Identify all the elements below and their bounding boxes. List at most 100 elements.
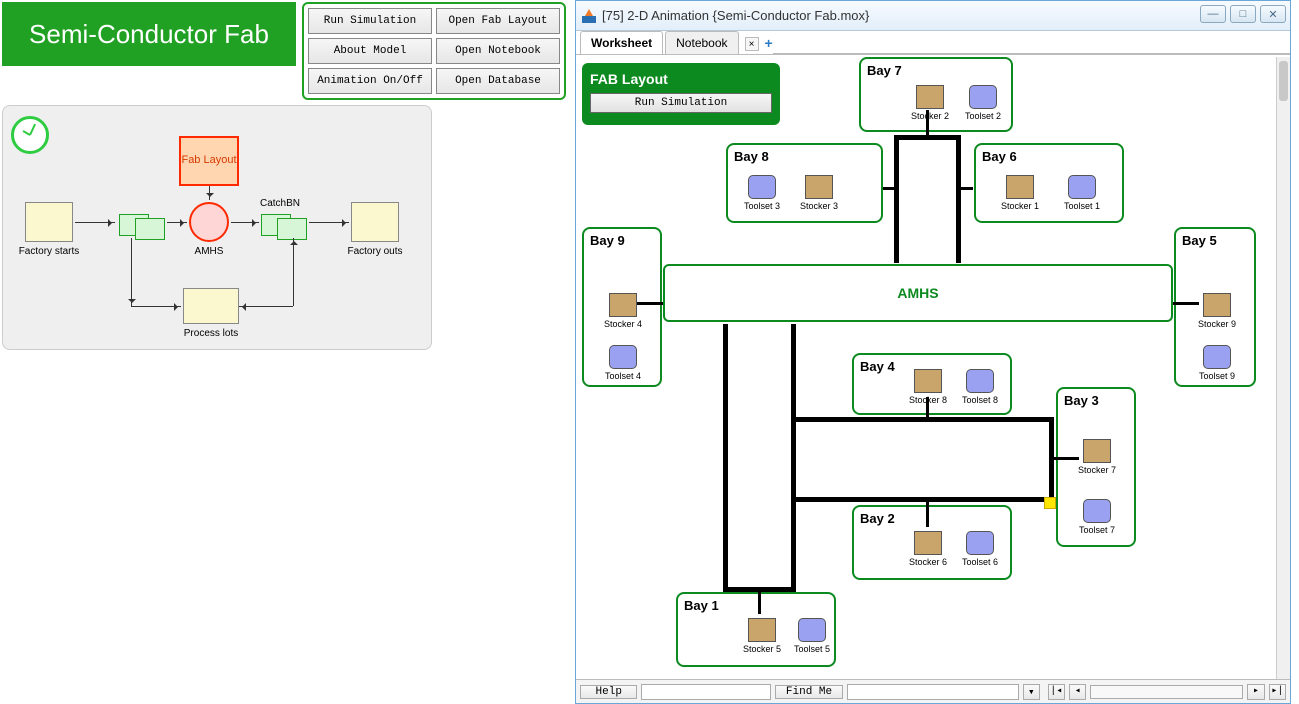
- tab-close-icon[interactable]: ×: [745, 37, 759, 51]
- bay-title: Bay 2: [860, 511, 895, 526]
- stocker-label: Stocker 1: [997, 201, 1043, 211]
- stocker-4[interactable]: [609, 293, 637, 317]
- process-lots-label: Process lots: [179, 328, 243, 339]
- worksheet-canvas[interactable]: FAB Layout Run Simulation AMHS Bay 7 Sto…: [576, 57, 1276, 679]
- bay-4[interactable]: Bay 4 Stocker 8 Toolset 8: [852, 353, 1012, 415]
- toolset-1[interactable]: [1068, 175, 1096, 199]
- bay-5[interactable]: Bay 5 Stocker 9 Toolset 9: [1174, 227, 1256, 387]
- track-stub: [883, 187, 894, 190]
- toolset-2[interactable]: [969, 85, 997, 109]
- gateway-2[interactable]: [135, 218, 165, 240]
- track-stub: [1054, 457, 1079, 460]
- stocker-label: Stocker 5: [739, 644, 785, 654]
- vertical-scrollbar[interactable]: [1276, 57, 1290, 679]
- about-model-button[interactable]: About Model: [308, 38, 432, 64]
- bay-2[interactable]: Bay 2 Stocker 6 Toolset 6: [852, 505, 1012, 580]
- status-bar: Help Find Me ▾ |◂ ◂ ▸ ▸|: [576, 679, 1290, 703]
- nav-next-icon[interactable]: ▸: [1247, 684, 1264, 700]
- toolset-6[interactable]: [966, 531, 994, 555]
- minimize-icon[interactable]: —: [1200, 5, 1226, 23]
- amhs-label: AMHS: [191, 246, 227, 257]
- fab-layout-node[interactable]: Fab Layout: [179, 136, 239, 186]
- open-database-button[interactable]: Open Database: [436, 68, 560, 94]
- tab-notebook[interactable]: Notebook: [665, 31, 738, 54]
- find-me-button[interactable]: Find Me: [775, 685, 842, 699]
- track: [796, 417, 1054, 422]
- amhs-box[interactable]: AMHS: [663, 264, 1173, 322]
- bay-1[interactable]: Bay 1 Stocker 5 Toolset 5: [676, 592, 836, 667]
- tab-add-icon[interactable]: +: [765, 35, 773, 51]
- stocker-label: Stocker 2: [907, 111, 953, 121]
- stocker-9[interactable]: [1203, 293, 1231, 317]
- help-button[interactable]: Help: [580, 685, 637, 699]
- toolset-label: Toolset 2: [960, 111, 1006, 121]
- stocker-7[interactable]: [1083, 439, 1111, 463]
- scrollbar-thumb[interactable]: [1279, 61, 1288, 101]
- arrow: [309, 222, 349, 223]
- track: [894, 135, 961, 140]
- stocker-8[interactable]: [914, 369, 942, 393]
- bay-6[interactable]: Bay 6 Stocker 1 Toolset 1: [974, 143, 1124, 223]
- tab-worksheet[interactable]: Worksheet: [580, 31, 663, 54]
- toolset-label: Toolset 8: [957, 395, 1003, 405]
- arrow: [167, 222, 187, 223]
- arrow: [131, 306, 181, 307]
- factory-outs-node[interactable]: [351, 202, 399, 242]
- bay-title: Bay 3: [1064, 393, 1099, 408]
- toolset-9[interactable]: [1203, 345, 1231, 369]
- toolset-3[interactable]: [748, 175, 776, 199]
- factory-outs-label: Factory outs: [343, 246, 407, 257]
- bay-9[interactable]: Bay 9 Stocker 4 Toolset 4: [582, 227, 662, 387]
- bay-3[interactable]: Bay 3 Stocker 7 Toolset 7: [1056, 387, 1136, 547]
- track: [894, 135, 899, 263]
- bay-8[interactable]: Bay 8 Toolset 3 Stocker 3: [726, 143, 883, 223]
- amhs-node[interactable]: [189, 202, 229, 242]
- close-icon[interactable]: ✕: [1260, 5, 1286, 23]
- fab-control-panel: FAB Layout Run Simulation: [582, 63, 780, 125]
- track: [791, 324, 796, 590]
- process-lots-node[interactable]: [183, 288, 239, 324]
- stocker-2[interactable]: [916, 85, 944, 109]
- bay-title: Bay 5: [1182, 233, 1217, 248]
- bay-title: Bay 7: [867, 63, 902, 78]
- stocker-3[interactable]: [805, 175, 833, 199]
- track-stub: [926, 110, 929, 135]
- factory-starts-node[interactable]: [25, 202, 73, 242]
- chevron-down-icon[interactable]: ▾: [1023, 684, 1040, 700]
- nav-prev-icon[interactable]: ◂: [1069, 684, 1086, 700]
- status-input-2[interactable]: [847, 684, 1019, 700]
- open-notebook-button[interactable]: Open Notebook: [436, 38, 560, 64]
- clock-icon: [11, 116, 49, 154]
- maximize-icon[interactable]: □: [1230, 5, 1256, 23]
- run-simulation-button[interactable]: Run Simulation: [308, 8, 432, 34]
- window-title: [75] 2-D Animation {Semi-Conductor Fab.m…: [602, 8, 869, 23]
- toolset-4[interactable]: [609, 345, 637, 369]
- stocker-label: Stocker 3: [796, 201, 842, 211]
- toolset-8[interactable]: [966, 369, 994, 393]
- fab-panel-title: FAB Layout: [590, 71, 772, 87]
- bay-title: Bay 4: [860, 359, 895, 374]
- track-stub: [1173, 302, 1199, 305]
- window-titlebar[interactable]: [75] 2-D Animation {Semi-Conductor Fab.m…: [576, 1, 1290, 31]
- toolset-7[interactable]: [1083, 499, 1111, 523]
- status-input-1[interactable]: [641, 684, 771, 700]
- toolset-label: Toolset 3: [739, 201, 785, 211]
- stocker-1[interactable]: [1006, 175, 1034, 199]
- arrow: [239, 306, 293, 307]
- tab-bar: Worksheet Notebook × +: [576, 31, 1290, 55]
- toolset-5[interactable]: [798, 618, 826, 642]
- nav-first-icon[interactable]: |◂: [1048, 684, 1065, 700]
- track-stub: [637, 302, 663, 305]
- open-fab-layout-button[interactable]: Open Fab Layout: [436, 8, 560, 34]
- toolset-label: Toolset 4: [600, 371, 646, 381]
- stocker-5[interactable]: [748, 618, 776, 642]
- toolset-label: Toolset 6: [957, 557, 1003, 567]
- animation-toggle-button[interactable]: Animation On/Off: [308, 68, 432, 94]
- bay-7[interactable]: Bay 7 Stocker 2 Toolset 2: [859, 57, 1013, 132]
- nav-last-icon[interactable]: ▸|: [1269, 684, 1286, 700]
- stocker-6[interactable]: [914, 531, 942, 555]
- fab-run-simulation-button[interactable]: Run Simulation: [590, 93, 772, 113]
- bay-title: Bay 6: [982, 149, 1017, 164]
- app-title: Semi-Conductor Fab: [2, 2, 296, 66]
- animation-window: [75] 2-D Animation {Semi-Conductor Fab.m…: [575, 0, 1291, 704]
